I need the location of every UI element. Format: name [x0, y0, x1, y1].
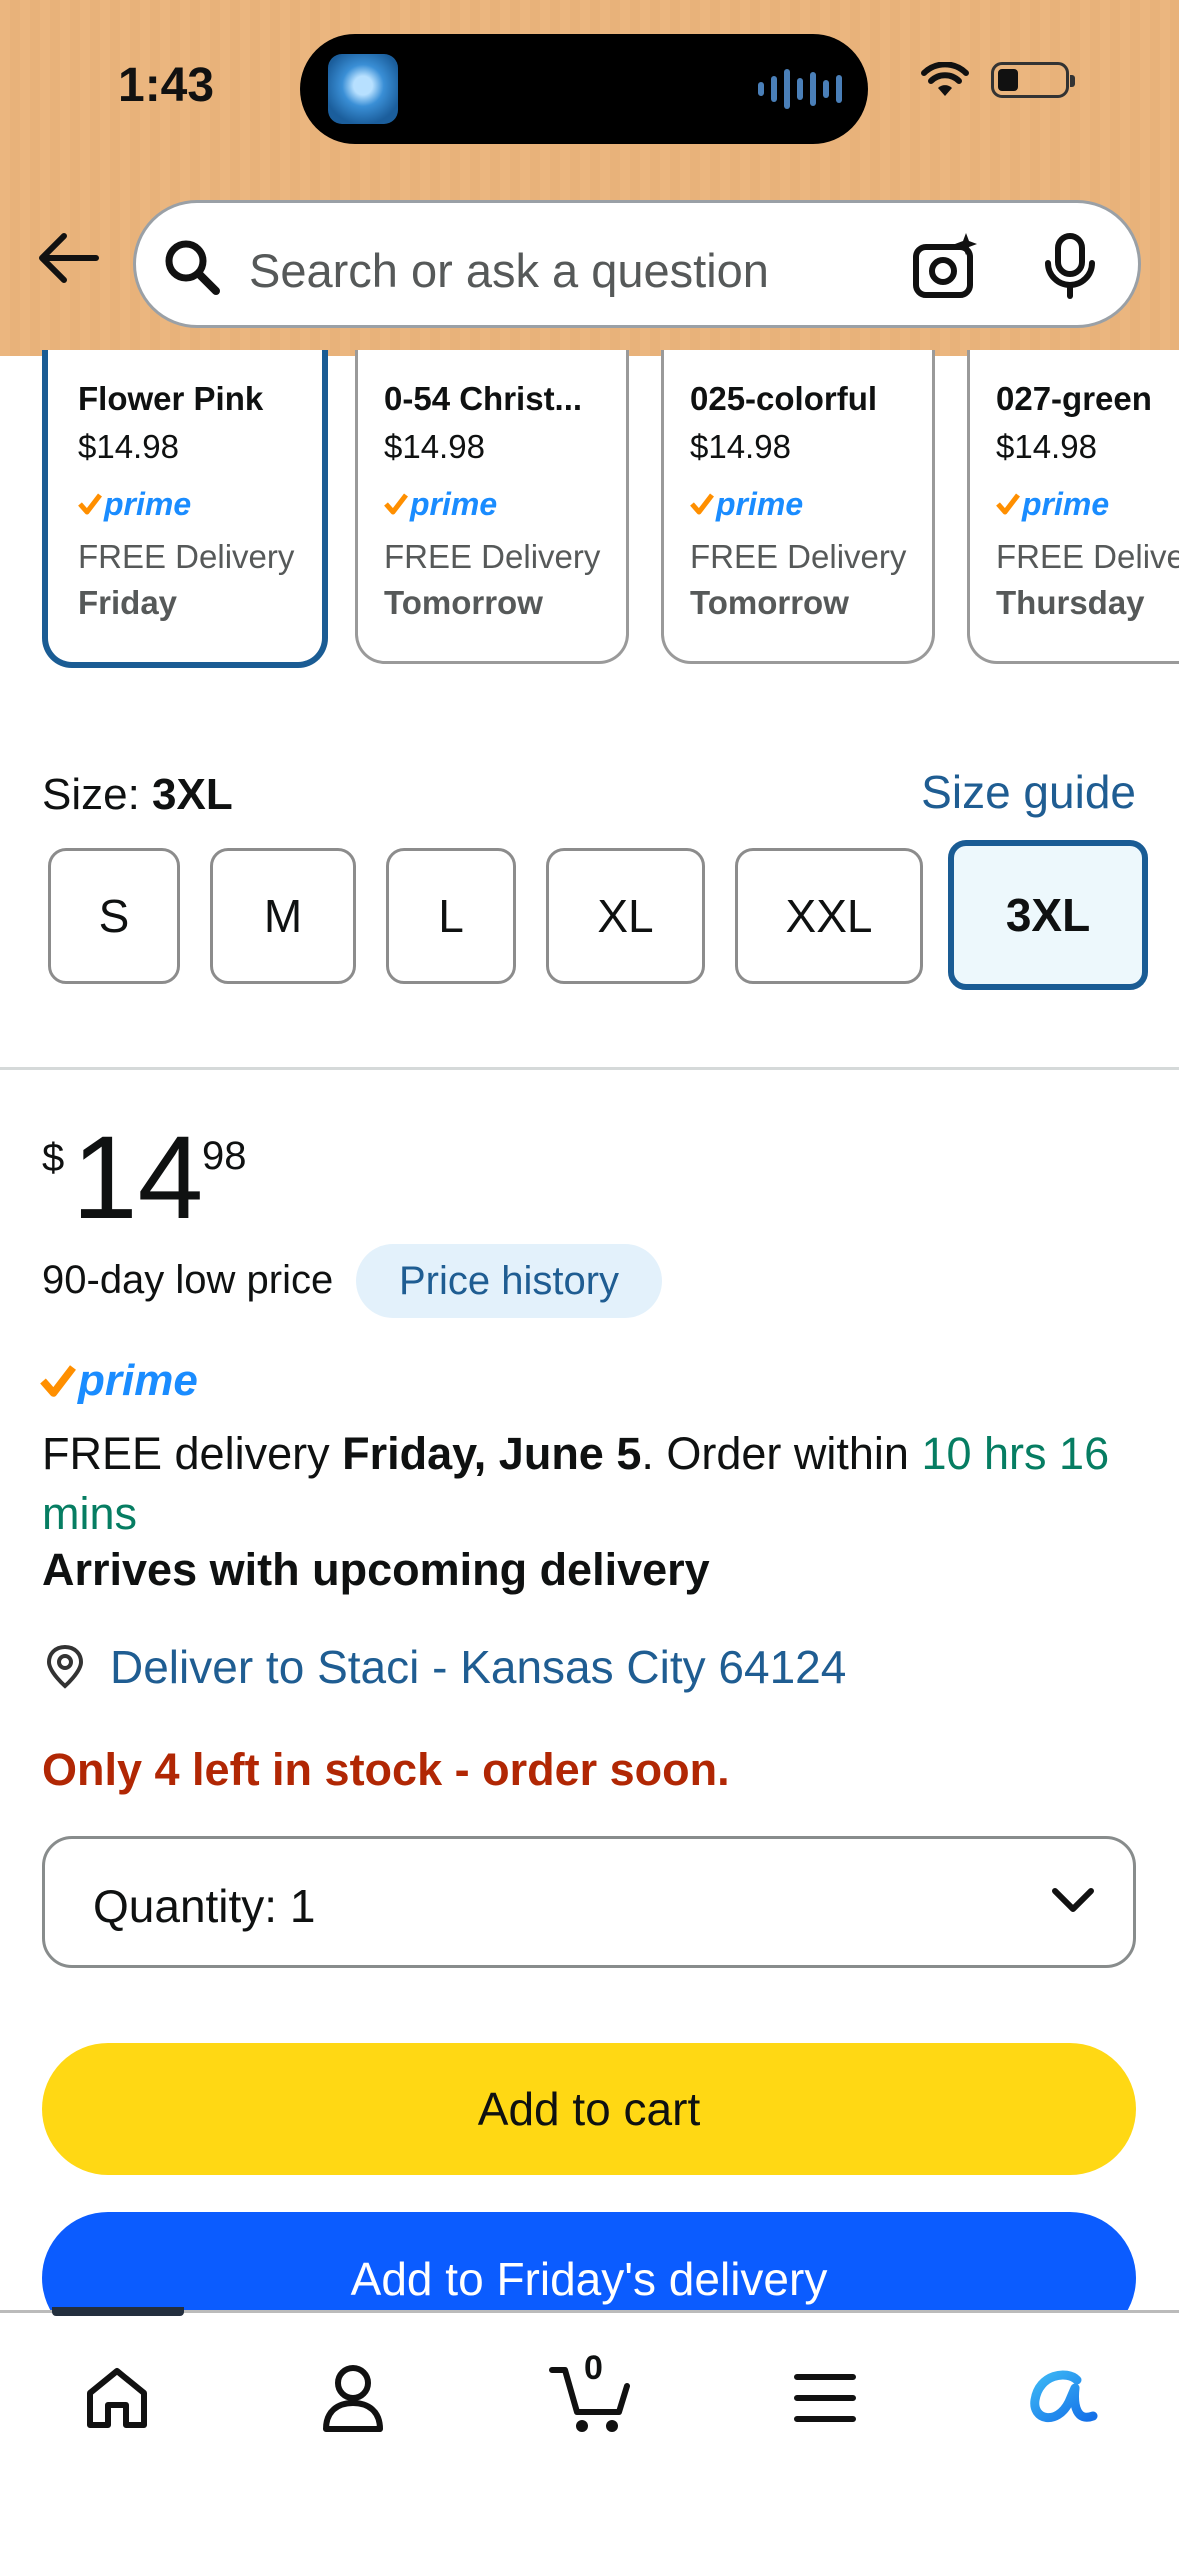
- wifi-icon: [921, 62, 969, 96]
- add-to-cart-button[interactable]: Add to cart: [42, 2043, 1136, 2175]
- stock-warning: Only 4 left in stock - order soon.: [42, 1744, 730, 1795]
- prime-check-icon: [40, 1365, 76, 1397]
- prime-badge: prime: [690, 484, 906, 524]
- swatch-delivery: FREE Delivery: [690, 538, 907, 575]
- price-fraction: 98: [202, 1134, 247, 1178]
- swatch-delivery-day: Friday: [78, 584, 178, 621]
- camera-search-icon[interactable]: [912, 231, 982, 301]
- swatch-price: $14.98: [384, 428, 485, 465]
- nav-menu[interactable]: [780, 2353, 870, 2443]
- delivery-date: Friday, June 5: [342, 1428, 642, 1479]
- deliver-to-link[interactable]: Deliver to Staci - Kansas City 64124: [42, 1640, 846, 1694]
- nav-cart[interactable]: 0: [546, 2349, 636, 2443]
- now-playing-artwork: [328, 54, 398, 124]
- audio-wave-icon: [758, 66, 842, 112]
- nav-home[interactable]: [72, 2353, 162, 2443]
- section-divider: [0, 1067, 1179, 1070]
- rufus-assistant-icon: [1030, 2370, 1098, 2423]
- color-swatch-flower-pink[interactable]: Flower Pink $14.98 prime FREE Delivery F…: [42, 350, 328, 668]
- prime-check-icon: [690, 493, 714, 515]
- prime-check-icon: [996, 493, 1020, 515]
- size-guide-link[interactable]: Size guide: [921, 765, 1136, 819]
- swatch-delivery-day: Tomorrow: [690, 584, 849, 621]
- delivery-message: FREE delivery Friday, June 5. Order with…: [42, 1428, 1110, 1539]
- size-option-s[interactable]: S: [48, 848, 180, 984]
- swatch-price: $14.98: [690, 428, 791, 465]
- color-swatch-green[interactable]: 027-green $14.98 prime FREE Deliver Thur…: [967, 350, 1179, 664]
- swatch-price: $14.98: [996, 428, 1097, 465]
- color-swatch-colorful[interactable]: 025-colorful $14.98 prime FREE Delivery …: [661, 350, 935, 664]
- size-option-xl[interactable]: XL: [546, 848, 705, 984]
- size-option-3xl[interactable]: 3XL: [948, 840, 1148, 990]
- low-price-label: 90-day low price: [42, 1258, 334, 1302]
- prime-check-icon: [384, 493, 408, 515]
- prime-badge: prime: [384, 484, 600, 524]
- swatch-price: $14.98: [78, 428, 179, 465]
- size-option-m[interactable]: M: [210, 848, 356, 984]
- status-icons: [921, 62, 1075, 98]
- swatch-name: Flower Pink: [78, 380, 264, 417]
- dynamic-island[interactable]: [300, 34, 868, 144]
- search-input[interactable]: Search or ask a question: [249, 243, 769, 298]
- size-label: Size: 3XL: [42, 770, 233, 819]
- chevron-down-icon: [1052, 1888, 1094, 1912]
- swatch-delivery-day: Thursday: [996, 584, 1145, 621]
- prime-check-icon: [78, 493, 102, 515]
- selected-size: 3XL: [152, 770, 233, 819]
- search-bar[interactable]: Search or ask a question: [133, 200, 1141, 328]
- delivery-location: Deliver to Staci - Kansas City 64124: [110, 1641, 847, 1693]
- battery-icon: [991, 62, 1075, 98]
- prime-logo: prime: [40, 1356, 198, 1406]
- swatch-delivery: FREE Delivery: [384, 538, 601, 575]
- active-tab-indicator: [52, 2307, 184, 2316]
- bottom-nav: 0: [0, 2307, 1179, 2556]
- prime-badge: prime: [996, 484, 1153, 524]
- price-history-button[interactable]: Price history: [356, 1244, 662, 1318]
- menu-icon: [794, 2374, 856, 2422]
- quantity-dropdown[interactable]: Quantity: 1: [42, 1836, 1136, 1968]
- swatch-name: 027-green: [996, 380, 1152, 417]
- swatch-name: 025-colorful: [690, 380, 878, 417]
- swatch-name: 0-54 Christ...: [384, 380, 583, 417]
- home-icon: [87, 2368, 147, 2428]
- size-option-xxl[interactable]: XXL: [735, 848, 923, 984]
- header: 1:43 Search or ask a question: [0, 0, 1179, 356]
- status-time: 1:43: [118, 59, 215, 112]
- quantity-value: 1: [289, 1880, 316, 1932]
- swatch-delivery: FREE Delivery: [78, 538, 295, 575]
- back-arrow-icon[interactable]: [36, 232, 100, 284]
- price-symbol: $: [42, 1136, 65, 1180]
- microphone-icon[interactable]: [1042, 233, 1098, 299]
- price-whole: 14: [72, 1112, 204, 1244]
- user-icon: [323, 2365, 383, 2432]
- cart-count: 0: [584, 2349, 603, 2387]
- size-option-l[interactable]: L: [386, 848, 516, 984]
- arrives-note: Arrives with upcoming delivery: [42, 1544, 710, 1595]
- nav-account[interactable]: [308, 2353, 398, 2443]
- swatch-delivery: FREE Deliver: [996, 538, 1179, 575]
- location-pin-icon: [46, 1644, 84, 1689]
- nav-rufus[interactable]: [1018, 2353, 1108, 2443]
- color-swatch-christmas[interactable]: 0-54 Christ... $14.98 prime FREE Deliver…: [355, 350, 629, 664]
- swatch-delivery-day: Tomorrow: [384, 584, 543, 621]
- search-icon: [165, 240, 220, 295]
- prime-badge: prime: [78, 484, 296, 524]
